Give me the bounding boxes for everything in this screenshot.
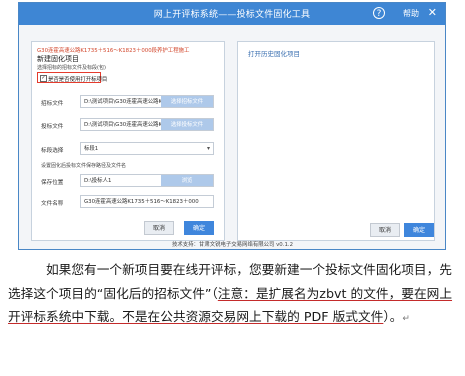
section-value: 标段1 xyxy=(84,146,99,152)
tool-window: 网上开评标系统——投标文件固化工具 ? 帮助 ✕ G30连霍高速公路K1735＋… xyxy=(18,2,446,250)
save-hint: 设置固化后投标文件保存路径及文件名 xyxy=(41,163,127,169)
choose-tender-file-button[interactable]: 选择投标文件 xyxy=(161,119,213,130)
select-hint: 选择招标的招标文件及标段(包) xyxy=(37,65,106,71)
save-location-field[interactable]: D:\投标人1 浏览 xyxy=(80,174,214,187)
help-icon[interactable]: ? xyxy=(373,7,385,19)
tender-file-value: D:\测试项目\G30连霍高速公路K173 xyxy=(84,122,173,128)
paragraph-end: ）。 xyxy=(383,309,403,324)
history-project-panel: 打开历史固化项目 取消 确定 xyxy=(237,41,435,241)
filename-label: 文件名称 xyxy=(41,201,64,207)
new-project-title: 新建固化项目 xyxy=(37,55,79,63)
choose-bid-file-button[interactable]: 选择招标文件 xyxy=(161,96,213,107)
filename-value: G30连霍高速公路K1735＋516～K1823＋000 xyxy=(84,199,199,205)
tender-file-label: 投标文件 xyxy=(41,124,64,130)
history-cancel-button[interactable]: 取消 xyxy=(370,223,400,237)
help-link[interactable]: 帮助 xyxy=(403,8,419,19)
checkbox-label: 是否是否使用打开标项目 xyxy=(48,76,108,83)
paragraph-mark: ↵ xyxy=(402,314,410,324)
instruction-paragraph: 如果您有一个新项目要在线开评标，您要新建一个投标文件固化项目，先选择这个项目的“… xyxy=(8,258,460,332)
ok-button[interactable]: 确定 xyxy=(184,221,214,235)
title-bar: 网上开评标系统——投标文件固化工具 ? 帮助 ✕ xyxy=(19,3,445,25)
close-icon[interactable]: ✕ xyxy=(428,6,437,19)
tender-file-field[interactable]: D:\测试项目\G30连霍高速公路K173 选择投标文件 xyxy=(80,118,214,131)
section-label: 标段选择 xyxy=(41,148,64,154)
browse-button[interactable]: 浏览 xyxy=(161,175,213,186)
save-location-value: D:\投标人1 xyxy=(84,178,112,184)
bid-file-field[interactable]: D:\测试项目\G30连霍高速公路K173 选择招标文件 xyxy=(80,95,214,108)
history-ok-button[interactable]: 确定 xyxy=(404,223,434,237)
chevron-down-icon[interactable]: ▾ xyxy=(207,143,210,154)
filename-field[interactable]: G30连霍高速公路K1735＋516～K1823＋000 xyxy=(80,195,214,208)
history-panel-title: 打开历史固化项目 xyxy=(248,50,300,58)
support-footer: 技术支持：甘肃文锐电子交易网络有限公司 v0.1.2 xyxy=(171,242,294,248)
checkbox-check-icon[interactable]: ✓ xyxy=(40,75,47,82)
project-name: G30连霍高速公路K1735＋516～K1823＋000段养护工程施工 xyxy=(37,48,190,54)
save-location-label: 保存位置 xyxy=(41,180,64,186)
cancel-button[interactable]: 取消 xyxy=(144,221,174,235)
new-project-panel: G30连霍高速公路K1735＋516～K1823＋000段养护工程施工 新建固化… xyxy=(31,41,225,241)
bid-file-value: D:\测试项目\G30连霍高速公路K173 xyxy=(84,99,173,105)
section-select[interactable]: 标段1 ▾ xyxy=(80,142,214,155)
bid-file-label: 招标文件 xyxy=(41,101,64,107)
use-open-project-checkbox[interactable]: ✓ 是否是否使用打开标项目 xyxy=(37,72,107,83)
